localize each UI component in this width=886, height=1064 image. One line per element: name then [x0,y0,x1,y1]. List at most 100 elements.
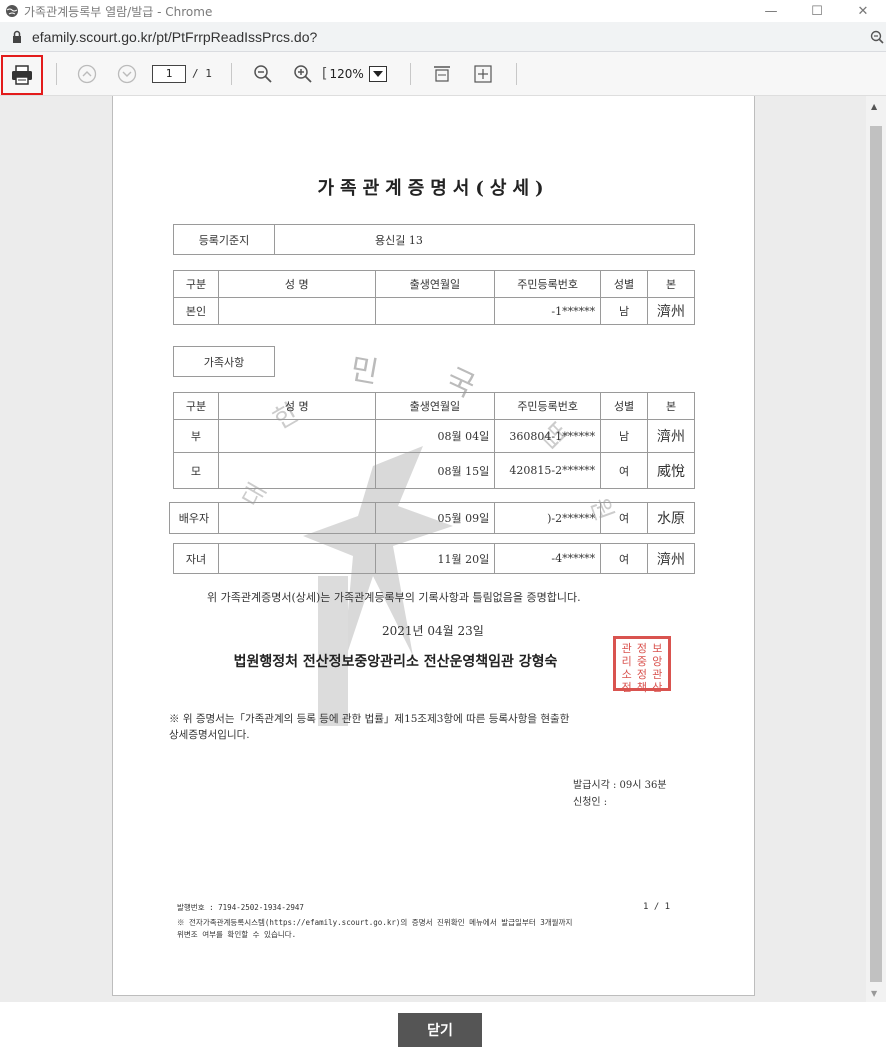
address-bar[interactable]: efamily.scourt.go.kr/pt/PtFrrpReadIssPrc… [0,22,886,52]
seal-char: 소 [621,668,632,681]
table-header-row: 구분 성 명 출생연월일 주민등록번호 성별 본 [173,270,695,298]
pdf-toolbar: 1 / 1 [ 120% [0,52,886,96]
person-table: 구분 성 명 출생연월일 주민등록번호 성별 본 본인 -1****** 남 濟… [173,270,695,325]
fit-width-icon [434,66,450,82]
header-cell: 성 명 [217,270,376,298]
seal-char: 관 [652,668,663,681]
printer-icon [12,65,32,85]
table-row: 본인 -1****** 남 濟州 [173,297,695,325]
cell-birth: 08월 04일 [374,419,496,453]
applicant: 신청인 : [573,797,608,808]
seal-char: 관 [621,642,632,655]
header-cell: 구분 [173,392,219,420]
fit-width-button[interactable] [432,64,452,84]
cell-origin: 水原 [647,502,695,534]
toolbar-separator [516,63,517,85]
certify-text: 위 가족관계증명서(상세)는 가족관계등록부의 기록사항과 틀림없음을 증명합니… [207,591,581,604]
fit-page-icon [474,65,492,83]
cell-relation: 부 [173,419,219,453]
dropdown-arrow-icon[interactable] [369,66,388,82]
zoom-out-button[interactable] [253,64,273,84]
cell-sex: 여 [600,543,649,574]
header-cell: 주민등록번호 [494,392,602,420]
cell-birth: 11월 20일 [374,543,496,574]
fit-page-button[interactable] [473,64,493,84]
minimize-button[interactable]: — [748,0,794,22]
print-button[interactable] [1,55,43,95]
seal-char: 전 [621,681,632,694]
seal-char: 중 [636,655,648,668]
header-cell: 성 명 [217,392,376,420]
window-titlebar: 가족관계등록부 열람/발급 - Chrome — ☐ ✕ [0,0,886,22]
cell-id: )-2****** [494,502,602,534]
cell-origin: 濟州 [647,543,695,574]
seal-char: 앙 [652,655,663,668]
cell-relation: 배우자 [169,502,219,534]
reg-value: 용신길 13 [274,224,695,255]
document-page: 가족관계증명서(상세) 민 국 한 대 법 원 등록기준지 용신길 13 구분 … [112,96,755,996]
close-window-button[interactable]: ✕ [840,0,886,22]
note-line-2: 상세증명서입니다. [169,729,250,741]
cell-relation: 모 [173,452,219,489]
page-number-input[interactable]: 1 [152,65,186,83]
registration-table: 등록기준지 용신길 13 [173,224,695,255]
cell-id: 360804-1****** [494,419,602,453]
zoom-out-icon [254,65,272,83]
zoom-bracket-icon: [ [322,66,328,82]
footer-line-2: 위변조 여부를 확인할 수 있습니다. [177,930,297,939]
cell-birth [374,297,496,325]
cell-name [217,502,376,534]
table-row: 자녀 11월 20일 -4****** 여 濟州 [173,543,695,574]
seal-char: 책 [636,681,648,694]
header-cell: 본 [647,270,695,298]
close-button[interactable]: 닫기 [398,1013,482,1047]
chevron-down-circle-icon [117,64,137,84]
cell-relation: 자녀 [173,543,219,574]
table-header-row: 구분 성 명 출생연월일 주민등록번호 성별 본 [173,392,695,420]
globe-icon [6,5,18,17]
scrollbar-thumb[interactable] [870,126,882,982]
toolbar-separator [56,63,57,85]
cell-name [217,297,376,325]
header-cell: 성별 [600,270,649,298]
family-table: 구분 성 명 출생연월일 주민등록번호 성별 본 부 08월 04일 36080… [173,392,695,489]
issue-time: 발급시각 : 09시 36분 [573,780,667,791]
next-page-button[interactable] [117,64,137,84]
zoom-select[interactable]: [ 120% [322,65,390,83]
seal-char: 산 [652,681,663,694]
child-table: 자녀 11월 20일 -4****** 여 濟州 [173,543,695,574]
seal-char: 리 [621,655,632,668]
issuer-text: 법원행정처 전산정보중앙관리소 전산운영책임관 강형숙 [233,654,558,670]
spouse-table: 배우자 05월 09일 )-2****** 여 水原 [169,502,695,534]
maximize-button[interactable]: ☐ [794,0,840,22]
toolbar-separator [231,63,232,85]
table-row: 배우자 05월 09일 )-2****** 여 水原 [169,502,695,534]
seal-char: 정 [636,668,648,681]
cell-name [217,543,376,574]
header-cell: 성별 [600,392,649,420]
scroll-down-icon[interactable]: ▼ [871,989,877,998]
cell-birth: 08월 15일 [374,452,496,489]
header-cell: 주민등록번호 [494,270,602,298]
zoom-indicator-icon[interactable] [870,30,884,44]
official-seal-stamp: 관 정 보 리 중 앙 소 정 관 전 책 산 [613,636,671,694]
vertical-scrollbar[interactable]: ▲ ▼ [866,96,886,1002]
page-of-page: 1 / 1 [643,902,671,912]
header-cell: 출생연월일 [374,392,496,420]
header-cell: 출생연월일 [374,270,496,298]
toolbar-separator [410,63,411,85]
prev-page-button[interactable] [77,64,97,84]
family-section-label: 가족사항 [173,346,275,377]
scroll-up-icon[interactable]: ▲ [871,102,877,111]
reg-label: 등록기준지 [173,224,275,255]
zoom-in-icon [294,65,312,83]
url-text[interactable]: efamily.scourt.go.kr/pt/PtFrrpReadIssPrc… [32,29,317,45]
cell-sex: 남 [600,419,649,453]
cell-sex: 여 [600,452,649,489]
chevron-up-circle-icon [77,64,97,84]
cell-origin: 威悅 [647,452,695,489]
note-line-1: ※ 위 증명서는「가족관계의 등록 등에 관한 법률」제15조제3항에 따른 등… [169,713,570,725]
zoom-in-button[interactable] [293,64,313,84]
window-title: 가족관계등록부 열람/발급 - Chrome [24,4,213,19]
seal-char: 정 [636,642,648,655]
